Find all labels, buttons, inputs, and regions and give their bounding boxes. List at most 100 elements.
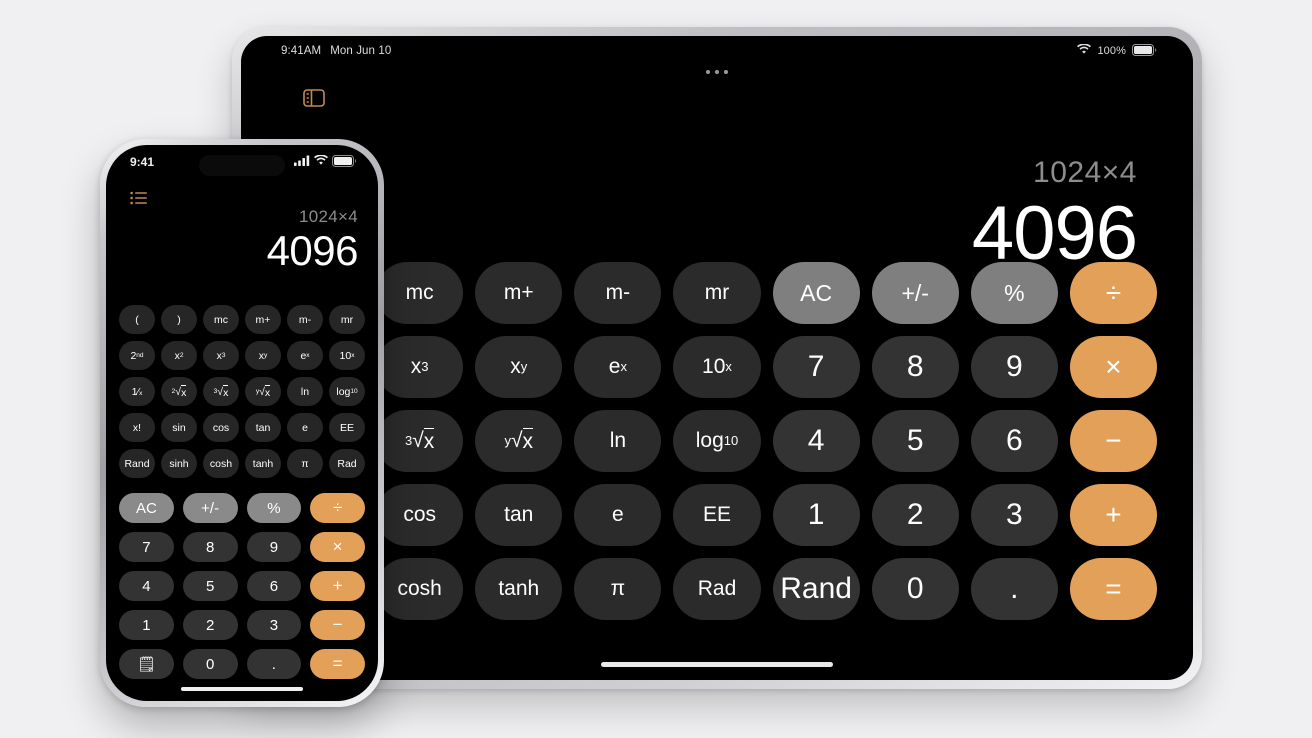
ipad-key-digit-5[interactable]: 5 (871, 410, 959, 472)
iphone-key-digit-9[interactable]: 9 (246, 532, 302, 562)
ipad-key-memory-clear[interactable]: mc (376, 262, 464, 324)
ipad-key-all-clear[interactable]: AC (772, 262, 860, 324)
iphone-key-second-functions[interactable]: 2nd (119, 341, 155, 370)
ipad-key-subtract[interactable]: − (1069, 410, 1157, 472)
ipad-key-x-to-the-y[interactable]: xy (475, 336, 563, 398)
iphone-key-tangent[interactable]: tan (245, 413, 281, 442)
iphone-key-cosine[interactable]: cos (203, 413, 239, 442)
ipad-key-add[interactable]: + (1069, 484, 1157, 546)
iphone-key-divide[interactable]: ÷ (310, 493, 365, 523)
iphone-key-hyperbolic-sine[interactable]: sinh (161, 449, 197, 478)
ipad-key-pi[interactable]: π (574, 558, 662, 620)
iphone-key-hyperbolic-cosine[interactable]: cosh (203, 449, 239, 478)
iphone-key-reciprocal[interactable]: 1⁄ x (119, 377, 155, 406)
ipad-key-ten-to-the-x[interactable]: 10 x (673, 336, 761, 398)
iphone-key-digit-4[interactable]: 4 (119, 571, 174, 601)
multitask-dots-icon[interactable] (706, 70, 728, 74)
ipad-key-log-base-10[interactable]: log 10 (673, 410, 761, 472)
iphone-key-calculator-mode[interactable]: 🗒 (119, 649, 174, 679)
iphone-key-open-paren[interactable]: ( (119, 305, 155, 334)
iphone-key-memory-clear[interactable]: mc (203, 305, 239, 334)
iphone-home-indicator[interactable] (181, 687, 303, 691)
iphone-key-subtract[interactable]: − (310, 610, 365, 640)
iphone-display: 1024×4 4096 (266, 207, 359, 274)
ipad-key-exponent-entry[interactable]: EE (673, 484, 761, 546)
iphone-key-sine[interactable]: sin (161, 413, 197, 442)
iphone-key-memory-recall[interactable]: mr (329, 305, 365, 334)
ipad-key-hyperbolic-cosine[interactable]: cosh (376, 558, 464, 620)
iphone-key-multiply[interactable]: × (310, 532, 365, 562)
iphone-key-digit-6[interactable]: 6 (246, 571, 302, 601)
ipad-key-digit-1[interactable]: 1 (772, 484, 860, 546)
ipad-key-tangent[interactable]: tan (475, 484, 563, 546)
iphone-key-memory-add[interactable]: m+ (245, 305, 281, 334)
iphone-key-digit-5[interactable]: 5 (182, 571, 238, 601)
ipad-key-random[interactable]: Rand (772, 558, 860, 620)
ipad-home-indicator[interactable] (601, 662, 833, 667)
iphone-key-close-paren[interactable]: ) (161, 305, 197, 334)
ipad-key-digit-4[interactable]: 4 (772, 410, 860, 472)
ipad-key-digit-9[interactable]: 9 (970, 336, 1058, 398)
ipad-key-memory-recall[interactable]: mr (673, 262, 761, 324)
ipad-key-digit-3[interactable]: 3 (970, 484, 1058, 546)
ipad-key-divide[interactable]: ÷ (1069, 262, 1157, 324)
iphone-key-digit-8[interactable]: 8 (182, 532, 238, 562)
iphone-key-euler-number[interactable]: e (287, 413, 323, 442)
iphone-key-pi[interactable]: π (287, 449, 323, 478)
iphone-key-percent[interactable]: % (246, 493, 302, 523)
ipad-key-memory-add[interactable]: m+ (475, 262, 563, 324)
iphone-device: 9:41 1024×4 4096 () mc m+ m- mr 2 nd x … (100, 139, 384, 707)
iphone-key-random[interactable]: Rand (119, 449, 155, 478)
iphone-key-sign-toggle[interactable]: +/- (182, 493, 238, 523)
ipad-key-percent[interactable]: % (970, 262, 1058, 324)
ipad-key-multiply[interactable]: × (1069, 336, 1157, 398)
iphone-key-digit-1[interactable]: 1 (119, 610, 174, 640)
iphone-key-digit-0[interactable]: 0 (182, 649, 238, 679)
iphone-key-nth-root[interactable]: y √ x (245, 377, 281, 406)
iphone-key-digit-7[interactable]: 7 (119, 532, 174, 562)
iphone-key-ten-to-the-x[interactable]: 10 x (329, 341, 365, 370)
iphone-key-x-cubed[interactable]: x3 (203, 341, 239, 370)
iphone-key-hyperbolic-tangent[interactable]: tanh (245, 449, 281, 478)
ipad-key-digit-2[interactable]: 2 (871, 484, 959, 546)
iphone-key-e-to-the-x[interactable]: ex (287, 341, 323, 370)
iphone-key-cube-root[interactable]: 3 √ x (203, 377, 239, 406)
ipad-key-digit-0[interactable]: 0 (871, 558, 959, 620)
iphone-status-time: 9:41 (130, 155, 155, 169)
iphone-key-square-root[interactable]: 2 √ x (161, 377, 197, 406)
ipad-key-natural-log[interactable]: ln (574, 410, 662, 472)
iphone-key-radians-toggle[interactable]: Rad (329, 449, 365, 478)
ipad-key-x-cubed[interactable]: x3 (376, 336, 464, 398)
ipad-key-sign-toggle[interactable]: +/- (871, 262, 959, 324)
iphone-key-factorial[interactable]: x! (119, 413, 155, 442)
iphone-key-add[interactable]: + (310, 571, 365, 601)
cellular-signal-icon (294, 155, 310, 169)
ipad-key-equals[interactable]: = (1069, 558, 1157, 620)
ipad-key-e-to-the-x[interactable]: ex (574, 336, 662, 398)
history-list-icon[interactable] (130, 191, 148, 205)
iphone-key-x-to-the-y[interactable]: xy (245, 341, 281, 370)
iphone-key-natural-log[interactable]: ln (287, 377, 323, 406)
ipad-key-digit-7[interactable]: 7 (772, 336, 860, 398)
ipad-key-digit-8[interactable]: 8 (871, 336, 959, 398)
sidebar-toggle-icon[interactable] (303, 89, 325, 107)
iphone-key-all-clear[interactable]: AC (119, 493, 174, 523)
iphone-result: 4096 (266, 227, 359, 274)
ipad-key-cosine[interactable]: cos (376, 484, 464, 546)
ipad-key-decimal-point[interactable]: . (970, 558, 1058, 620)
iphone-key-x-squared[interactable]: x2 (161, 341, 197, 370)
iphone-key-decimal-point[interactable]: . (246, 649, 302, 679)
ipad-key-radians-toggle[interactable]: Rad (673, 558, 761, 620)
ipad-key-cube-root[interactable]: 3 √ x (376, 410, 464, 472)
iphone-key-digit-3[interactable]: 3 (246, 610, 302, 640)
iphone-key-memory-subtract[interactable]: m- (287, 305, 323, 334)
ipad-key-nth-root[interactable]: y √ x (475, 410, 563, 472)
iphone-key-digit-2[interactable]: 2 (182, 610, 238, 640)
iphone-key-equals[interactable]: = (310, 649, 365, 679)
ipad-key-hyperbolic-tangent[interactable]: tanh (475, 558, 563, 620)
iphone-key-exponent-entry[interactable]: EE (329, 413, 365, 442)
ipad-key-digit-6[interactable]: 6 (970, 410, 1058, 472)
ipad-key-memory-subtract[interactable]: m- (574, 262, 662, 324)
ipad-key-euler-number[interactable]: e (574, 484, 662, 546)
iphone-key-log-base-10[interactable]: log 10 (329, 377, 365, 406)
